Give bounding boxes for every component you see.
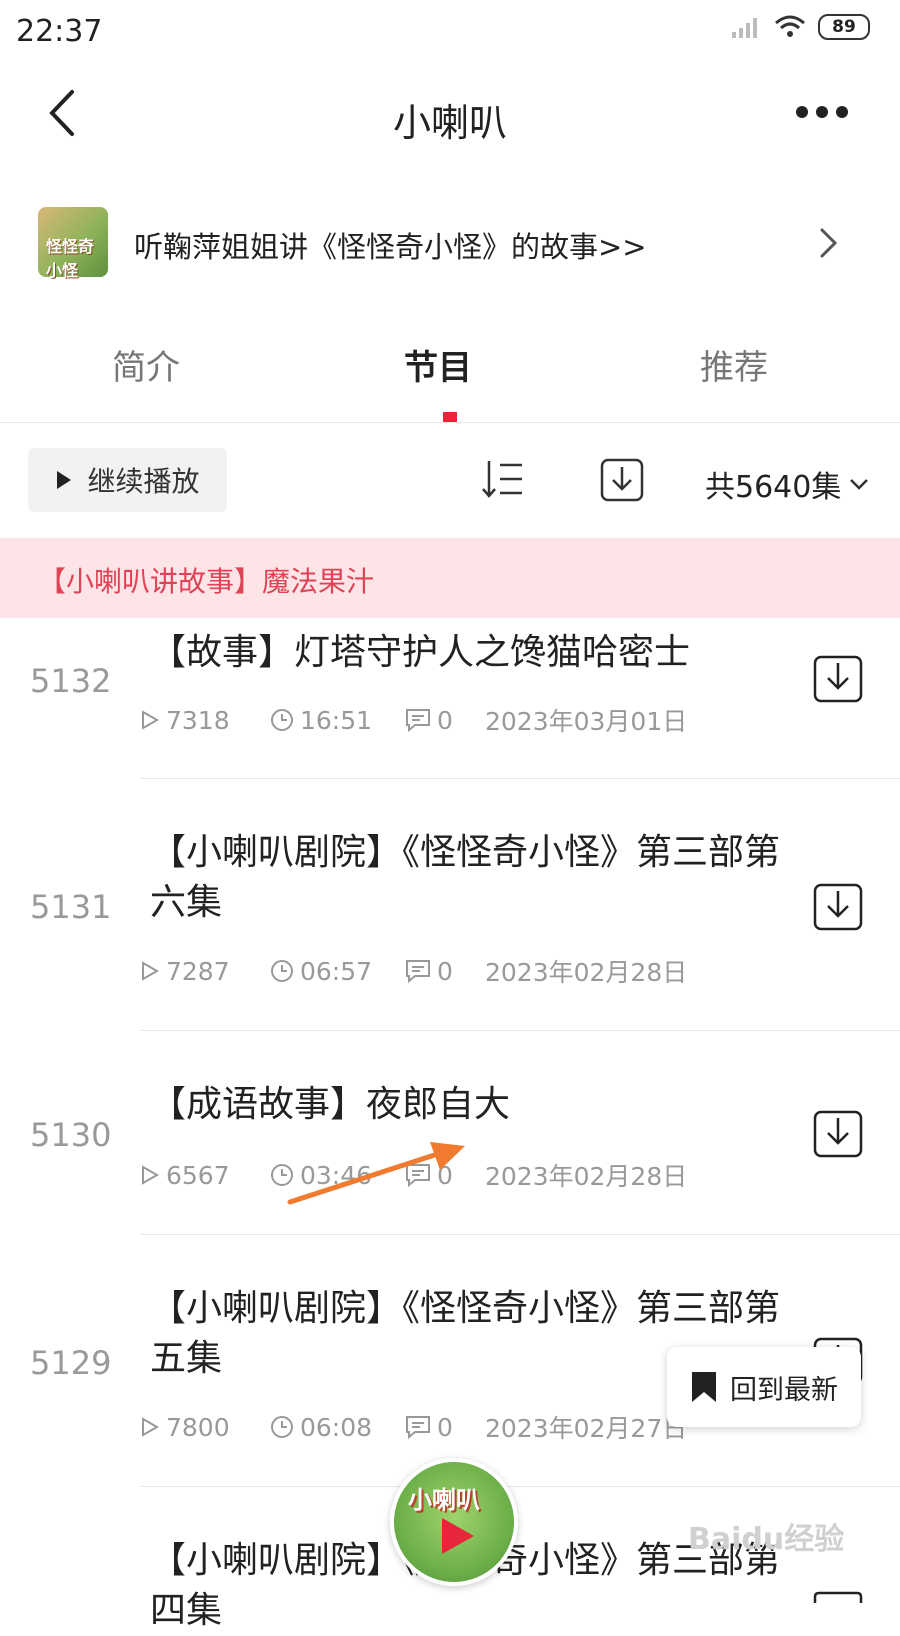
batch-download-button[interactable] xyxy=(600,458,644,506)
episode-count-label: 共5640集 xyxy=(705,470,842,505)
active-tab-indicator xyxy=(443,412,457,422)
sort-order-button[interactable] xyxy=(480,458,526,504)
episode-download-button[interactable] xyxy=(813,655,863,707)
tabs-divider xyxy=(0,422,900,423)
episode-download-button[interactable] xyxy=(813,883,863,935)
list-divider xyxy=(140,1234,900,1235)
sort-icon xyxy=(482,461,522,498)
play-count-icon xyxy=(142,961,160,981)
duration: 06:57 xyxy=(300,956,373,986)
list-divider xyxy=(140,1030,900,1031)
play-count: 7318 xyxy=(166,705,230,735)
page-title: 小喇叭 xyxy=(392,101,507,145)
back-to-latest-label: 回到最新 xyxy=(730,1374,838,1406)
download-icon xyxy=(813,655,863,703)
comment-icon xyxy=(406,1416,430,1439)
more-dot-icon xyxy=(796,106,808,118)
duration: 16:51 xyxy=(300,705,373,735)
episode-number: 5131 xyxy=(30,888,112,926)
continue-play-button[interactable]: 继续播放 xyxy=(28,448,227,512)
publish-date: 2023年03月01日 xyxy=(485,707,688,736)
play-count: 6567 xyxy=(166,1160,230,1190)
episode-meta: 7318 16:51 0 2023年03月01日 xyxy=(140,702,687,738)
chevron-down-icon xyxy=(850,479,869,490)
tab-recommend[interactable]: 推荐 xyxy=(700,340,768,389)
download-icon xyxy=(813,1110,863,1158)
episode-title[interactable]: 【成语故事】夜郎自大 xyxy=(150,1080,790,1130)
download-icon xyxy=(813,883,863,931)
wifi-icon xyxy=(775,15,805,37)
download-icon xyxy=(600,458,644,502)
status-icons: 89 xyxy=(730,14,870,40)
episode-meta: 7800 06:08 0 2023年02月27日 xyxy=(140,1409,687,1445)
battery-indicator: 89 xyxy=(818,14,870,40)
play-count: 7800 xyxy=(166,1412,230,1442)
back-to-latest-button[interactable]: 回到最新 xyxy=(667,1347,861,1427)
more-dot-icon xyxy=(836,106,848,118)
now-playing-title: 【小喇叭讲故事】魔法果汁 xyxy=(38,565,375,598)
more-dot-icon xyxy=(816,106,828,118)
mini-player-title: 小喇叭 xyxy=(408,1486,480,1514)
duration: 06:08 xyxy=(300,1412,373,1442)
watermark: Baidu经验 xyxy=(688,1522,845,1557)
clock-icon xyxy=(271,709,293,731)
play-count: 7287 xyxy=(166,956,230,986)
banner-chevron-right-icon[interactable] xyxy=(818,226,840,264)
episode-number: 5132 xyxy=(30,662,112,700)
comment-icon xyxy=(406,709,430,732)
episode-download-button[interactable] xyxy=(813,1110,863,1162)
tab-intro[interactable]: 简介 xyxy=(112,340,180,389)
download-icon xyxy=(813,1591,863,1603)
more-options-button[interactable] xyxy=(796,106,848,118)
play-icon xyxy=(57,471,72,489)
bookmark-icon xyxy=(692,1372,716,1402)
play-count-icon xyxy=(142,1165,160,1185)
list-divider xyxy=(140,778,900,779)
album-thumbnail-label: 怪怪奇小怪 xyxy=(46,237,95,280)
comment-count: 0 xyxy=(437,705,453,735)
episode-number: 5129 xyxy=(30,1344,112,1382)
episode-title[interactable]: 【小喇叭剧院】《怪怪奇小怪》第三部第六集 xyxy=(150,828,790,928)
episode-title[interactable]: 【故事】灯塔守护人之馋猫哈密士 xyxy=(150,628,790,678)
episode-count-dropdown[interactable]: 共5640集 xyxy=(705,462,869,506)
play-icon xyxy=(442,1518,474,1554)
album-thumbnail[interactable]: 怪怪奇小怪 xyxy=(38,207,108,280)
tab-programs[interactable]: 节目 xyxy=(404,340,472,389)
comment-icon xyxy=(406,960,430,983)
promo-banner-link[interactable]: 听鞠萍姐姐讲《怪怪奇小怪》的故事>> xyxy=(134,224,647,266)
now-playing-bar[interactable]: 【小喇叭讲故事】魔法果汁 xyxy=(0,538,900,618)
comment-count: 0 xyxy=(437,956,453,986)
episode-download-button[interactable] xyxy=(813,1588,863,1607)
continue-play-label: 继续播放 xyxy=(87,465,200,498)
status-time: 22:37 xyxy=(16,14,103,49)
publish-date: 2023年02月28日 xyxy=(485,958,688,987)
comment-count: 0 xyxy=(437,1412,453,1442)
clock-icon xyxy=(271,1416,293,1438)
play-count-icon xyxy=(142,1417,160,1437)
publish-date: 2023年02月27日 xyxy=(485,1414,688,1443)
cellular-signal-icon xyxy=(732,18,757,38)
play-count-icon xyxy=(142,710,160,730)
mini-player-button[interactable]: 小喇叭 xyxy=(390,1458,518,1586)
publish-date: 2023年02月28日 xyxy=(485,1162,688,1191)
list-divider xyxy=(140,1486,900,1487)
clock-icon xyxy=(271,960,293,982)
episode-number: 5130 xyxy=(30,1116,112,1154)
annotation-arrow xyxy=(280,1140,470,1214)
episode-meta: 7287 06:57 0 2023年02月28日 xyxy=(140,953,687,989)
